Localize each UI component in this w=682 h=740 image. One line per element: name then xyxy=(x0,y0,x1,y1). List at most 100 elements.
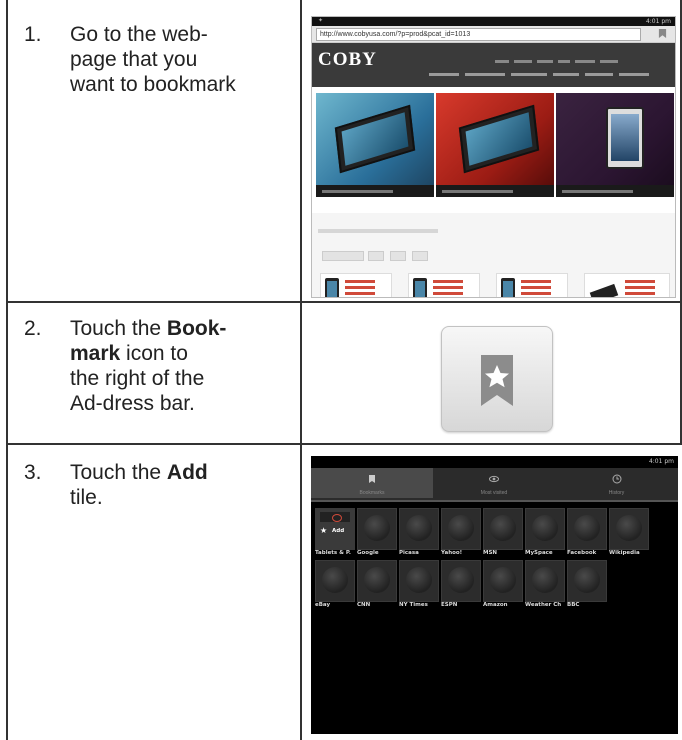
globe-icon xyxy=(490,515,516,541)
step-number: 1. xyxy=(24,23,42,46)
globe-icon xyxy=(406,567,432,593)
url-field[interactable]: http://www.cobyusa.com/?p=prod&pcat_id=1… xyxy=(316,28,641,41)
banner-panel xyxy=(316,93,434,197)
add-label: Add xyxy=(332,528,345,534)
banner-panel xyxy=(436,93,554,197)
filter-select xyxy=(322,251,364,261)
step-number: 3. xyxy=(24,461,42,484)
tile-label: Facebook xyxy=(567,550,597,556)
tab-history[interactable]: History xyxy=(555,468,678,498)
bookmark-tile[interactable] xyxy=(609,508,649,550)
step-line: Go to the web- xyxy=(70,23,208,46)
product-card xyxy=(584,273,670,297)
bookmark-icon[interactable] xyxy=(658,28,667,39)
bookmarks-tabs: Bookmarks Most visited History xyxy=(311,468,678,500)
coby-logo: COBY xyxy=(318,49,377,70)
step-line: Ad-dress bar. xyxy=(70,392,195,415)
bookmark-tile[interactable] xyxy=(567,508,607,550)
product-card xyxy=(320,273,392,297)
tab-underline xyxy=(311,500,678,502)
tile-label: BBC xyxy=(567,602,580,608)
address-bar: http://www.cobyusa.com/?p=prod&pcat_id=1… xyxy=(312,26,675,43)
tile-label: Picasa xyxy=(399,550,419,556)
table-border-left xyxy=(6,0,8,740)
notification-icon: ✦ xyxy=(318,18,324,24)
tile-label: CNN xyxy=(357,602,371,608)
filter-select xyxy=(368,251,384,261)
step-text-plain: icon to xyxy=(120,342,188,365)
tile-label: Wikipedia xyxy=(609,550,640,556)
globe-icon xyxy=(490,567,516,593)
bookmark-tile[interactable] xyxy=(399,508,439,550)
tab-bookmarks[interactable]: Bookmarks xyxy=(311,468,433,498)
clock-icon xyxy=(612,474,621,484)
tile-label: Google xyxy=(357,550,379,556)
step-text: Touch the Book- mark icon to the right o… xyxy=(70,316,286,416)
bookmark-icon xyxy=(369,475,375,483)
filter-select xyxy=(390,251,406,261)
product-card xyxy=(408,273,480,297)
globe-icon xyxy=(574,567,600,593)
table-divider xyxy=(300,0,302,740)
site-nav xyxy=(429,73,669,79)
step-line: the right of the xyxy=(70,367,205,390)
banner-panel xyxy=(556,93,674,197)
step-text-bold: Add xyxy=(166,461,208,484)
bookmarks-screenshot: 4:01 pm Bookmarks Most visited History ★… xyxy=(311,456,678,734)
tile-label: Tablets & P. xyxy=(315,550,351,556)
browser-screenshot: ✦ 4:01 pm http://www.cobyusa.com/?p=prod… xyxy=(311,16,676,298)
bookmark-tile[interactable] xyxy=(483,508,523,550)
step-text-bold: mark xyxy=(70,342,121,365)
tile-label: ESPN xyxy=(441,602,458,608)
step-text: Go to the web- page that you want to boo… xyxy=(70,22,286,97)
globe-icon xyxy=(364,567,390,593)
bookmark-button[interactable] xyxy=(441,326,553,432)
bookmark-tile[interactable] xyxy=(441,560,481,602)
eye-icon xyxy=(489,475,499,483)
step-line: tile. xyxy=(70,486,103,509)
tile-label: MySpace xyxy=(525,550,553,556)
bookmark-tile[interactable] xyxy=(399,560,439,602)
tile-label: MSN xyxy=(483,550,498,556)
tab-label: Bookmarks xyxy=(359,490,385,496)
globe-icon xyxy=(364,515,390,541)
globe-icon xyxy=(322,567,348,593)
bookmark-tile[interactable] xyxy=(567,560,607,602)
bookmark-tile[interactable] xyxy=(441,508,481,550)
bookmark-tile[interactable] xyxy=(357,508,397,550)
site-header: COBY xyxy=(312,43,675,87)
web-page: COBY xyxy=(312,43,675,297)
globe-icon xyxy=(448,567,474,593)
tile-label: Yahoo! xyxy=(441,550,463,556)
tile-label: NY Times xyxy=(399,602,428,608)
globe-icon xyxy=(406,515,432,541)
top-links xyxy=(495,50,645,63)
globe-icon xyxy=(448,515,474,541)
tab-label: History xyxy=(608,490,625,496)
star-icon: ★ xyxy=(320,526,328,535)
bookmark-tile[interactable] xyxy=(483,560,523,602)
bookmark-tile[interactable] xyxy=(357,560,397,602)
status-time: 4:01 pm xyxy=(645,18,671,25)
tile-label: Amazon xyxy=(483,602,508,608)
tile-label: eBay xyxy=(315,602,331,608)
step-text: Touch the Add tile. xyxy=(70,460,286,510)
status-time: 4:01 pm xyxy=(648,458,674,465)
step-text-bold: Book- xyxy=(166,317,227,340)
globe-icon xyxy=(532,515,558,541)
globe-icon xyxy=(616,515,642,541)
step-text-plain: Touch the xyxy=(70,317,167,340)
bookmark-tile[interactable] xyxy=(525,560,565,602)
bookmark-star-icon xyxy=(481,355,513,406)
tab-most-visited[interactable]: Most visited xyxy=(433,468,555,498)
step-line: page that you xyxy=(70,48,198,71)
row-divider-2 xyxy=(6,443,682,445)
bookmark-tile[interactable] xyxy=(315,560,355,602)
row-divider-1 xyxy=(6,301,682,303)
globe-icon xyxy=(574,515,600,541)
globe-icon xyxy=(532,567,558,593)
promo-text xyxy=(318,229,438,233)
add-bookmark-tile[interactable]: ★ Add xyxy=(315,508,355,550)
filter-select xyxy=(412,251,428,261)
bookmark-tile[interactable] xyxy=(525,508,565,550)
